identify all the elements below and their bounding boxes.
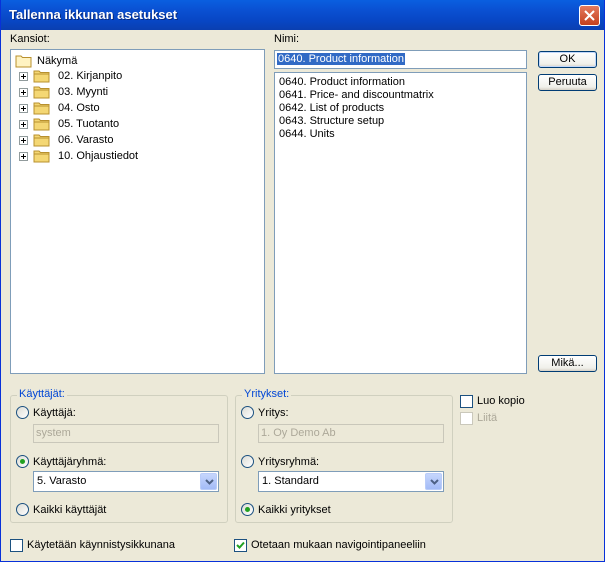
close-button[interactable] [579,5,600,26]
dropdown-arrow-icon[interactable] [200,473,217,490]
company-group-label: Yritysryhmä: [258,456,320,468]
company-field[interactable]: 1. Oy Demo Ab [258,424,444,443]
all-companies-label: Kaikki yritykset [258,504,331,516]
startup-checkbox[interactable] [10,539,23,552]
user-label: Käyttäjä: [33,407,76,419]
company-field-value: 1. Oy Demo Ab [261,427,336,439]
tree-item-label: 02. Kirjanpito [58,70,123,82]
user-field[interactable]: system [33,424,219,443]
expand-icon[interactable] [19,152,28,161]
what-button[interactable]: Mikä... [538,355,597,372]
all-companies-radio[interactable] [241,503,254,516]
company-group-radio[interactable] [241,455,254,468]
all-users-label: Kaikki käyttäjät [33,504,107,516]
expand-icon[interactable] [19,136,28,145]
user-group-value: 5. Varasto [37,475,87,487]
list-item[interactable]: 0643. Structure setup [279,115,384,128]
tree-item-label: 05. Tuotanto [58,118,120,130]
tree-item-label: 10. Ohjaustiedot [58,150,139,162]
tree-item-label: 06. Varasto [58,134,114,146]
list-item[interactable]: 0644. Units [279,128,335,141]
name-input-value: 0640. Product information [277,53,405,65]
expand-icon[interactable] [19,120,28,129]
window-title: Tallenna ikkunan asetukset [9,7,178,22]
user-radio[interactable] [16,406,29,419]
nav-panel-label: Otetaan mukaan navigointipaneeliin [251,539,426,551]
company-label: Yritys: [258,407,289,419]
list-item[interactable]: 0642. List of products [279,102,384,115]
folder-icon [33,149,51,168]
startup-label: Käytetään käynnistysikkunana [27,539,175,551]
name-label: Nimi: [274,33,300,45]
company-group-value: 1. Standard [262,475,319,487]
users-legend: Käyttäjät: [17,388,67,400]
dialog-window: Tallenna ikkunan asetukset Kansiot: Näky… [0,0,605,562]
attach-label: Liitä [477,412,498,424]
tree-item-label: 04. Osto [58,102,100,114]
expand-icon[interactable] [19,104,28,113]
user-group-radio[interactable] [16,455,29,468]
all-users-radio[interactable] [16,503,29,516]
name-input[interactable]: 0640. Product information [274,50,527,69]
copy-checkbox[interactable] [460,395,473,408]
user-group-label: Käyttäjäryhmä: [33,456,107,468]
list-item[interactable]: 0641. Price- and discountmatrix [279,89,434,102]
folder-tree[interactable]: Näkymä 02. Kirjanpito 03. Myynti 04. Ost… [10,49,265,374]
expand-icon[interactable] [19,88,28,97]
copy-label: Luo kopio [477,395,525,407]
title-bar[interactable]: Tallenna ikkunan asetukset [1,0,604,30]
ok-button[interactable]: OK [538,51,597,68]
open-folder-icon [15,54,33,73]
user-group-select[interactable]: 5. Varasto [33,471,219,492]
cancel-button[interactable]: Peruuta [538,74,597,91]
company-group-select[interactable]: 1. Standard [258,471,444,492]
list-item[interactable]: 0640. Product information [279,76,405,89]
dropdown-arrow-icon[interactable] [425,473,442,490]
user-field-value: system [36,427,71,439]
expand-icon[interactable] [19,72,28,81]
folders-label: Kansiot: [10,33,50,45]
nav-panel-checkbox[interactable] [234,539,247,552]
tree-item-label: 03. Myynti [58,86,109,98]
companies-legend: Yritykset: [242,388,292,400]
company-radio[interactable] [241,406,254,419]
name-list[interactable]: 0640. Product information 0641. Price- a… [274,72,527,374]
attach-checkbox[interactable] [460,412,473,425]
tree-root-label: Näkymä [37,55,78,67]
